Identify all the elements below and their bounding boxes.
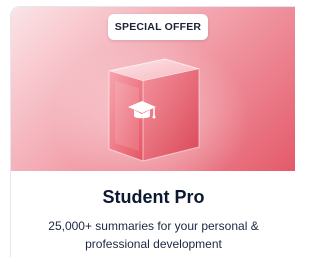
hero-banner: SPECIAL OFFER — [11, 7, 295, 171]
product-description: 25,000+ summaries for your personal & pr… — [48, 219, 259, 251]
graduation-cap-icon — [128, 101, 156, 119]
special-offer-badge: SPECIAL OFFER — [108, 14, 208, 40]
product-title: Student Pro — [102, 187, 205, 207]
offer-card[interactable]: SPECIAL OFFER Student Pro 25,000+ summar… — [10, 6, 295, 257]
card-content: Student Pro 25,000+ summaries for your p… — [11, 171, 295, 253]
page: SPECIAL OFFER Student Pro 25,000+ summar… — [0, 0, 295, 257]
glass-cube-illustration — [95, 51, 217, 169]
